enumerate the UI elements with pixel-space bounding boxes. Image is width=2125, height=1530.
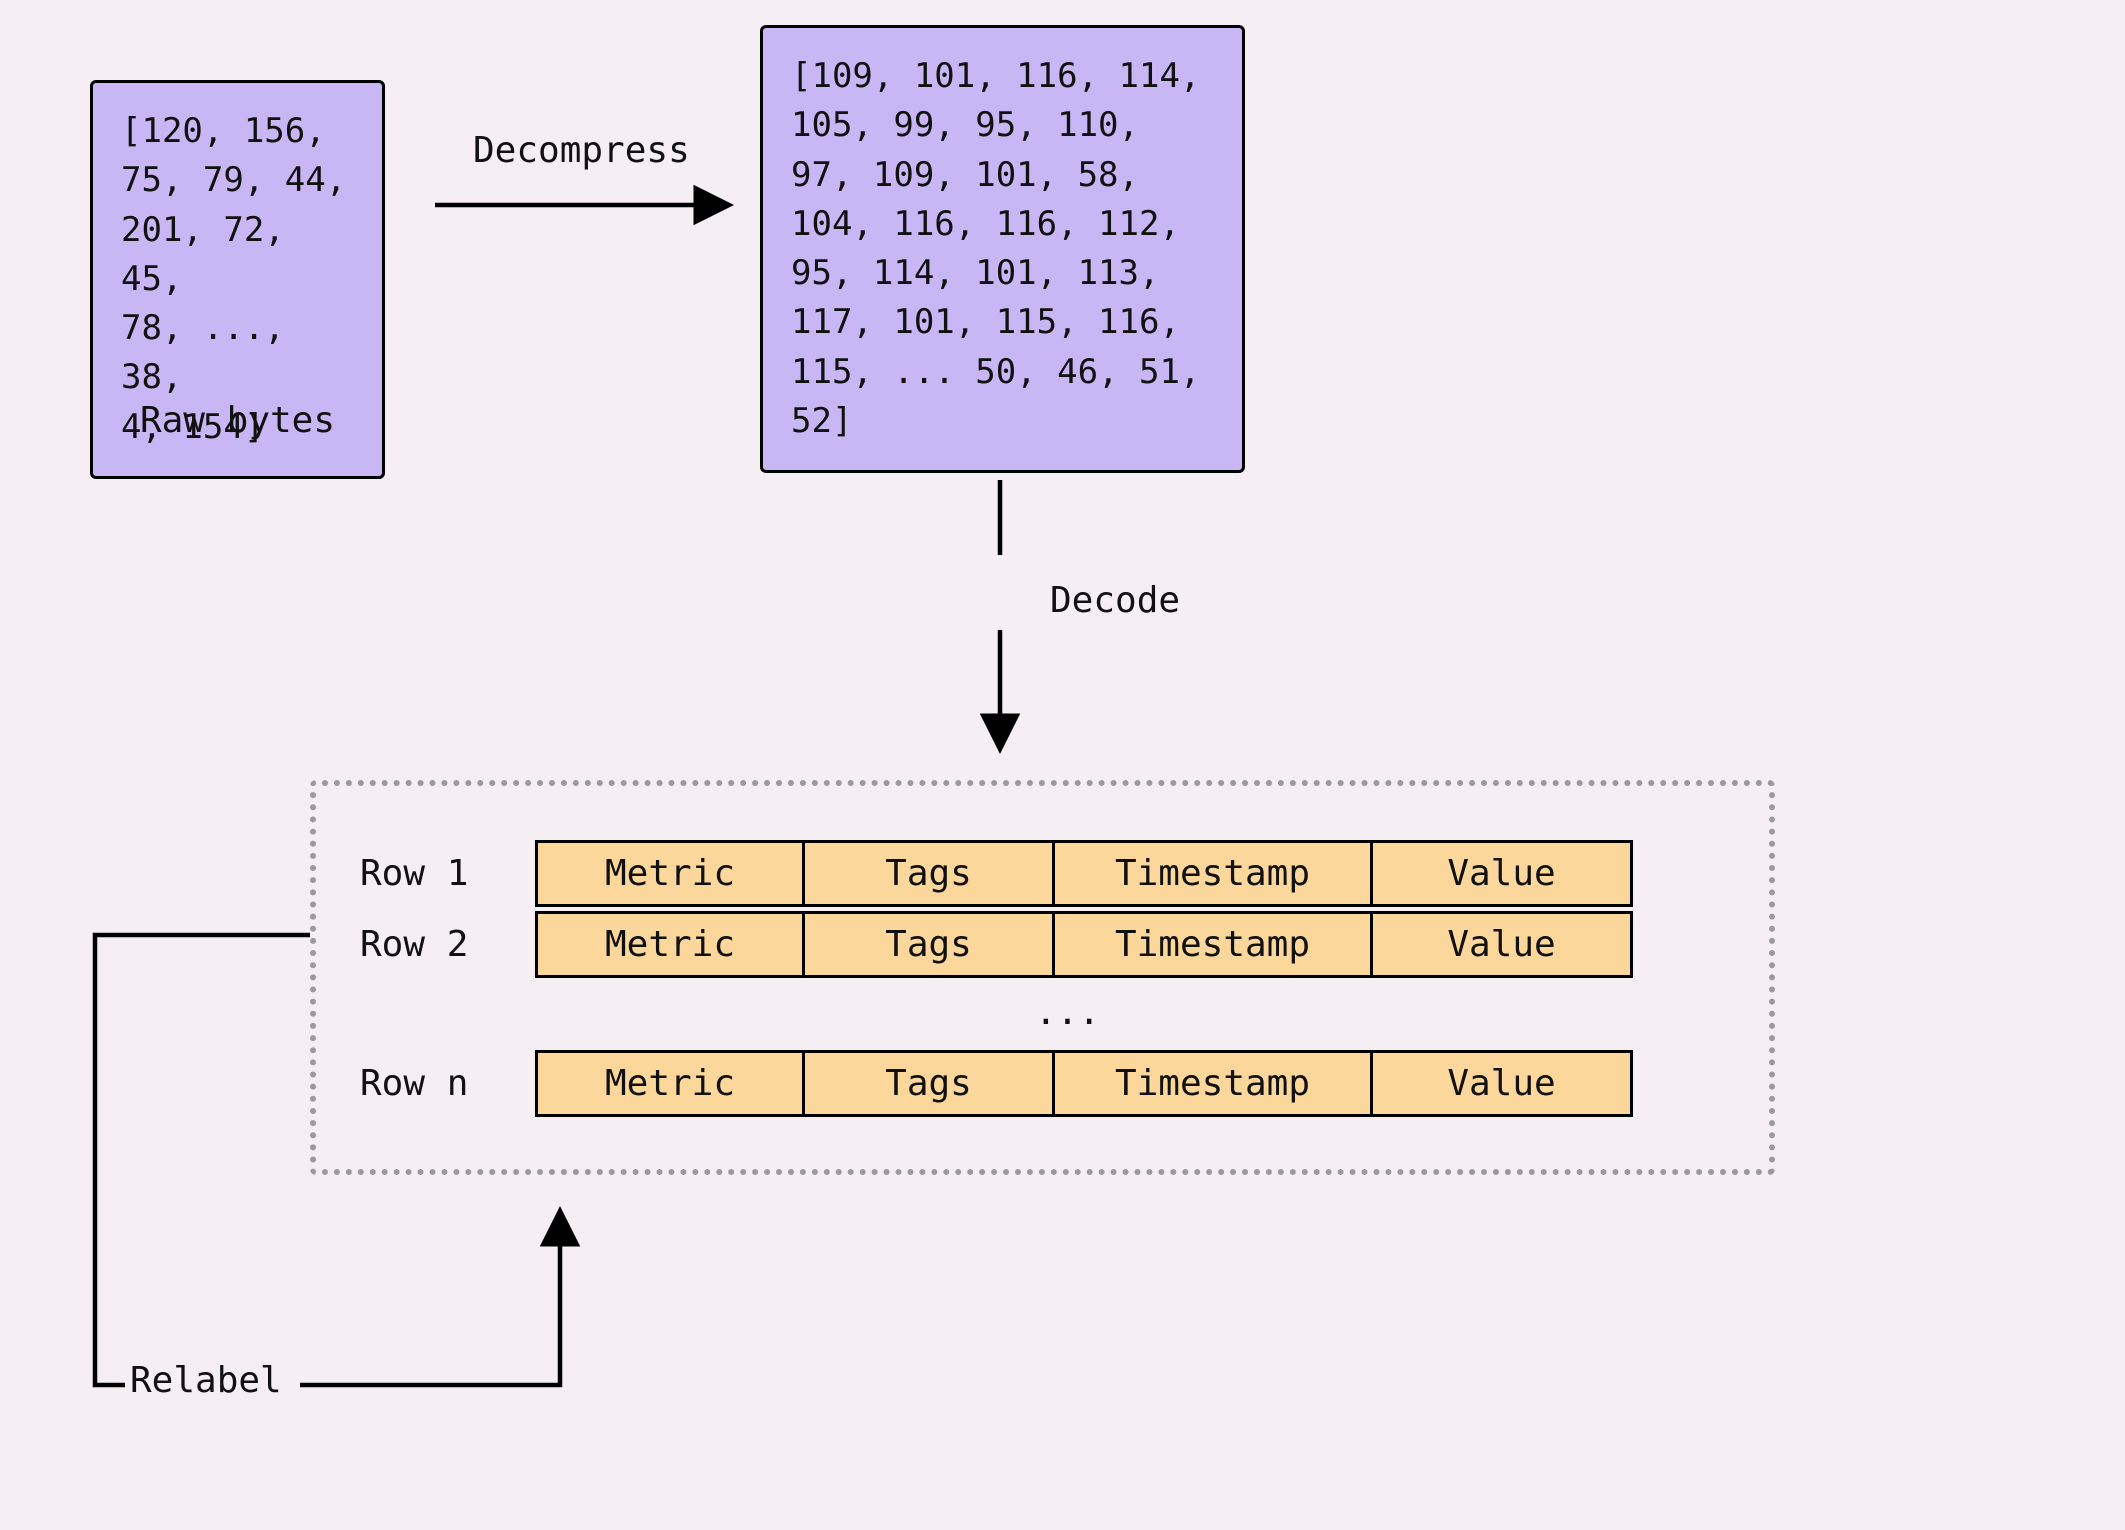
cell-tags: Tags [805,840,1055,907]
diagram-canvas: [120, 156, 75, 79, 44, 201, 72, 45, 78, … [0,0,2125,1530]
cell-tags: Tags [805,1050,1055,1117]
row-n-label: Row n [360,1063,468,1104]
cell-value: Value [1373,840,1633,907]
decompress-label: Decompress [473,130,690,171]
cell-metric: Metric [535,1050,805,1117]
cell-metric: Metric [535,840,805,907]
decompressed-box: [109, 101, 116, 114, 105, 99, 95, 110, 9… [760,25,1245,473]
cell-timestamp: Timestamp [1055,840,1373,907]
cell-value: Value [1373,911,1633,978]
row-1-cells: Metric Tags Timestamp Value [535,840,1633,907]
cell-timestamp: Timestamp [1055,911,1373,978]
cell-metric: Metric [535,911,805,978]
decode-label: Decode [1050,580,1180,621]
row-2-cells: Metric Tags Timestamp Value [535,911,1633,978]
rows-ellipsis: ... [1035,992,1100,1033]
cell-timestamp: Timestamp [1055,1050,1373,1117]
row-1-label: Row 1 [360,853,468,894]
cell-value: Value [1373,1050,1633,1117]
raw-bytes-caption: Raw bytes [90,400,385,441]
relabel-label: Relabel [130,1360,282,1401]
relabel-arrow-right [300,1215,560,1385]
row-2-label: Row 2 [360,924,468,965]
cell-tags: Tags [805,911,1055,978]
row-n-cells: Metric Tags Timestamp Value [535,1050,1633,1117]
relabel-arrow-left [95,935,310,1385]
